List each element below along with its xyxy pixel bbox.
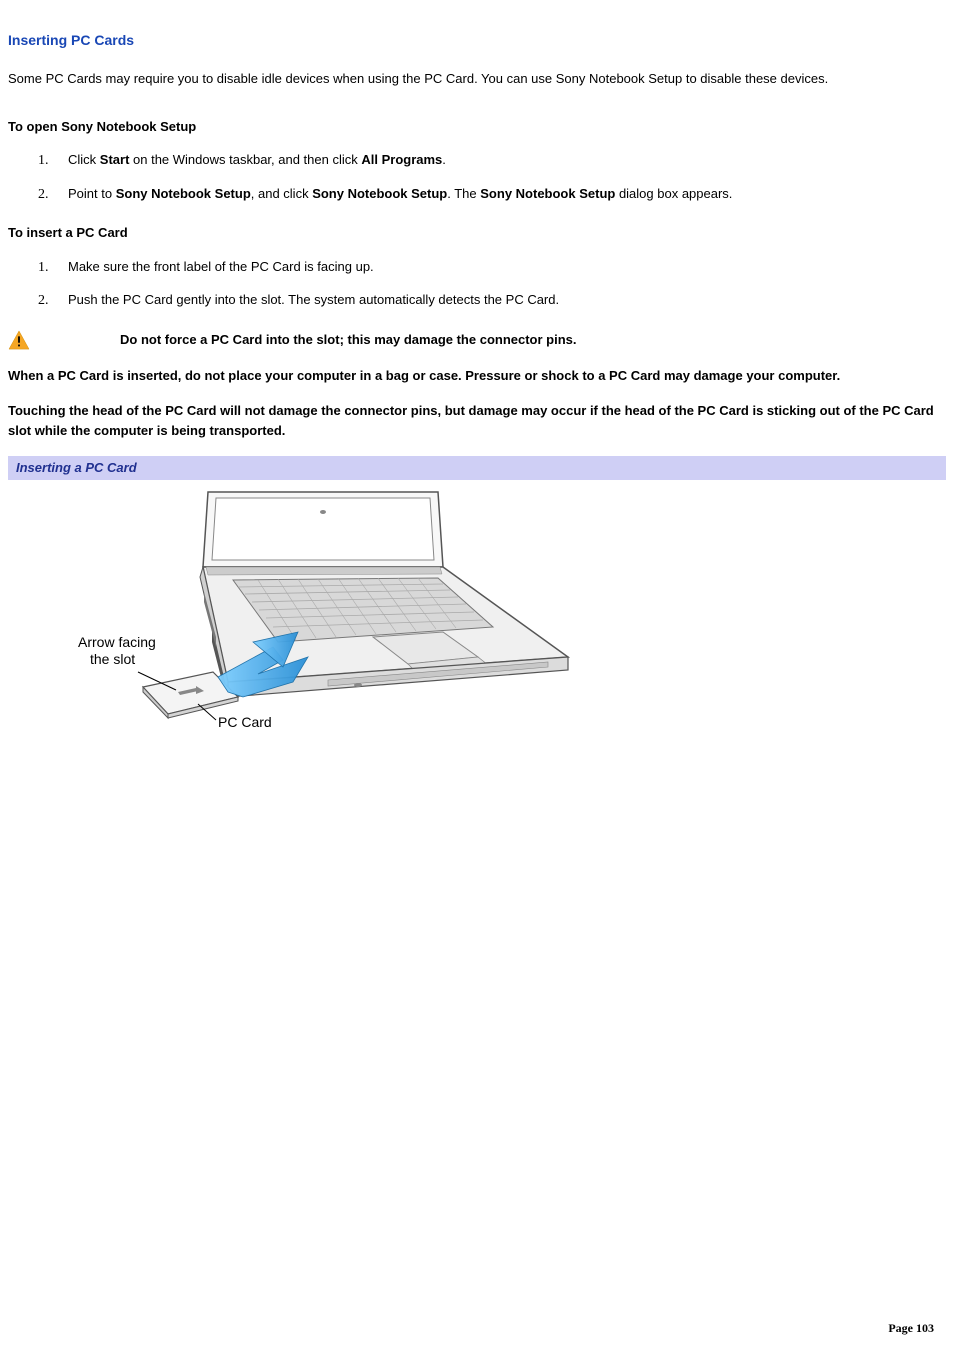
step-text: dialog box appears. <box>615 186 732 201</box>
figure-container: Arrow facing the slot PC Card <box>8 482 946 732</box>
section-title-open-setup: To open Sony Notebook Setup <box>8 117 946 137</box>
warning-text: Do not force a PC Card into the slot; th… <box>120 330 577 350</box>
step-bold: Start <box>100 152 130 167</box>
step-text: Point to <box>68 186 116 201</box>
step-2: Point to Sony Notebook Setup, and click … <box>38 184 946 204</box>
step-text: . The <box>447 186 480 201</box>
open-setup-steps: Click Start on the Windows taskbar, and … <box>38 150 946 203</box>
step-text: . <box>442 152 446 167</box>
figure-caption: Inserting a PC Card <box>8 456 946 480</box>
step-bold: Sony Notebook Setup <box>312 186 447 201</box>
figure-label-arrow-line2: the slot <box>90 651 135 667</box>
intro-paragraph: Some PC Cards may require you to disable… <box>8 69 946 89</box>
insert-card-steps: Make sure the front label of the PC Card… <box>38 257 946 310</box>
step-bold: Sony Notebook Setup <box>480 186 615 201</box>
page-heading: Inserting PC Cards <box>8 30 946 51</box>
step-bold: Sony Notebook Setup <box>116 186 251 201</box>
bold-note-1: When a PC Card is inserted, do not place… <box>8 366 946 386</box>
warning-triangle-icon <box>8 330 30 350</box>
page-number: Page 103 <box>888 1319 934 1337</box>
step-2: Push the PC Card gently into the slot. T… <box>38 290 946 310</box>
laptop-illustration: Arrow facing the slot PC Card <box>48 482 608 732</box>
figure-label-pccard: PC Card <box>218 714 272 730</box>
step-1: Click Start on the Windows taskbar, and … <box>38 150 946 170</box>
step-bold: All Programs <box>361 152 442 167</box>
figure-label-arrow-line1: Arrow facing <box>78 634 156 650</box>
bold-note-2: Touching the head of the PC Card will no… <box>8 401 946 440</box>
section-title-insert-card: To insert a PC Card <box>8 223 946 243</box>
step-text: , and click <box>251 186 312 201</box>
step-text: on the Windows taskbar, and then click <box>129 152 361 167</box>
warning-row: Do not force a PC Card into the slot; th… <box>8 330 946 350</box>
step-1: Make sure the front label of the PC Card… <box>38 257 946 277</box>
step-text: Click <box>68 152 100 167</box>
